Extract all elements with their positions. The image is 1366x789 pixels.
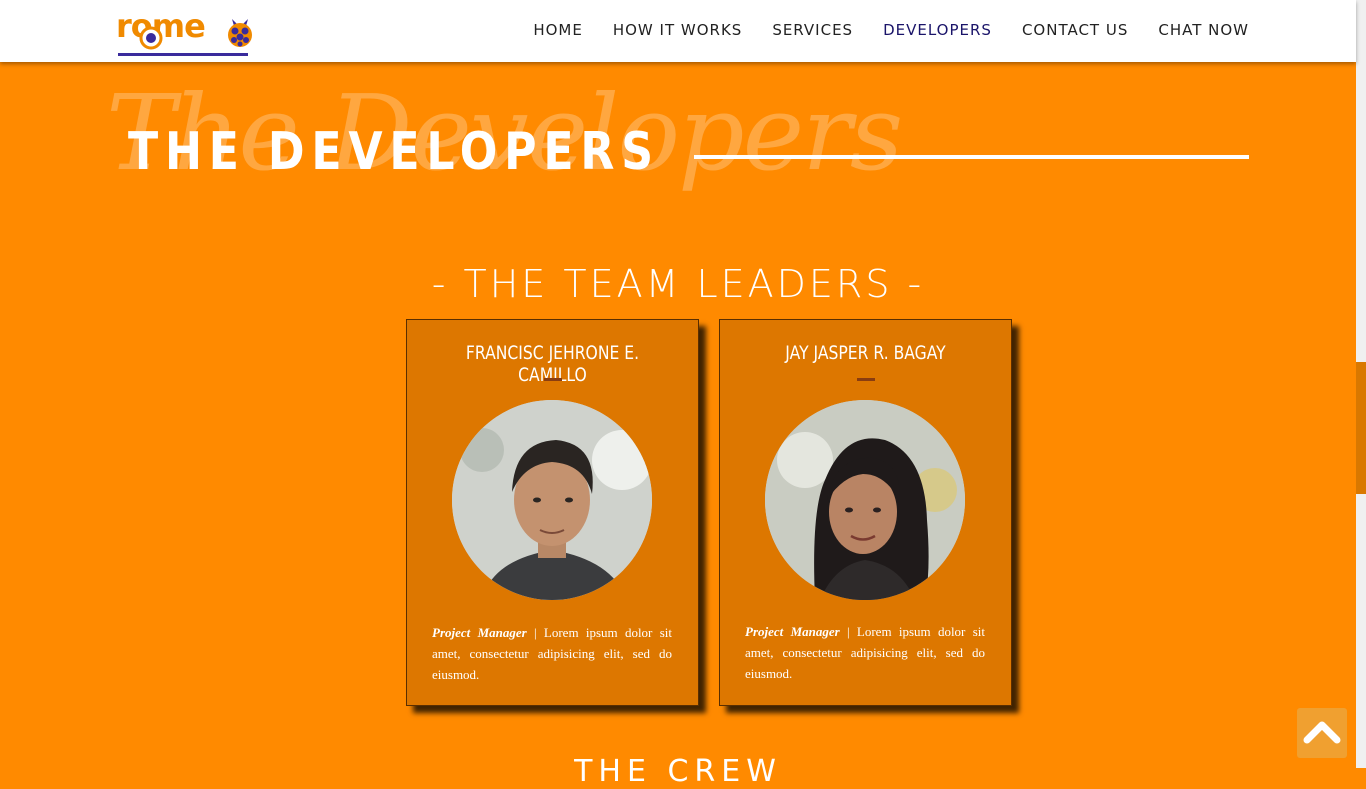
leader-card: JAY JASPER R. BAGAY Project Manager | Lo… xyxy=(719,319,1012,706)
nav-chat-now[interactable]: CHAT NOW xyxy=(1158,21,1249,39)
leader-role: Project Manager xyxy=(432,625,527,640)
logo[interactable]: rome xyxy=(116,7,256,57)
leader-photo xyxy=(765,400,965,600)
person-avatar-icon xyxy=(452,400,652,600)
nav-developers[interactable]: DEVELOPERS xyxy=(883,21,992,39)
person-avatar-icon xyxy=(765,400,965,600)
leader-name: JAY JASPER R. BAGAY xyxy=(785,342,946,364)
logo-underline xyxy=(118,53,248,56)
scrollbar-thumb[interactable] xyxy=(1356,362,1366,494)
name-divider xyxy=(544,378,562,381)
role-separator: | xyxy=(526,625,544,640)
nav-contact-us[interactable]: CONTACT US xyxy=(1022,21,1128,39)
chevron-up-icon xyxy=(1303,721,1341,744)
crew-heading: THE CREW xyxy=(574,754,782,789)
team-leaders-heading: - THE TEAM LEADERS - xyxy=(431,262,925,306)
name-divider xyxy=(857,378,875,381)
nav-menu: HOME HOW IT WORKS SERVICES DEVELOPERS CO… xyxy=(503,21,1249,39)
back-to-top-button[interactable] xyxy=(1297,708,1347,758)
leader-photo xyxy=(452,400,652,600)
navbar: rome HOME HOW IT WORKS SERVICES DEVELOPE… xyxy=(0,0,1356,62)
nav-home[interactable]: HOME xyxy=(533,21,583,39)
leader-description: Project Manager | Lorem ipsum dolor sit … xyxy=(745,621,985,684)
leader-role: Project Manager xyxy=(745,624,840,639)
eye-icon xyxy=(139,26,163,50)
title-divider xyxy=(694,155,1249,159)
leader-description: Project Manager | Lorem ipsum dolor sit … xyxy=(432,622,672,685)
raspberry-pi-logo-icon xyxy=(228,19,252,47)
nav-services[interactable]: SERVICES xyxy=(772,21,853,39)
leader-card: FRANCISC JEHRONE E. CAMILLO Project Mana… xyxy=(406,319,699,706)
page-scrollbar[interactable] xyxy=(1356,0,1366,768)
page-title: THE DEVELOPERS xyxy=(128,122,660,182)
role-separator: | xyxy=(839,624,857,639)
nav-how-it-works[interactable]: HOW IT WORKS xyxy=(613,21,742,39)
